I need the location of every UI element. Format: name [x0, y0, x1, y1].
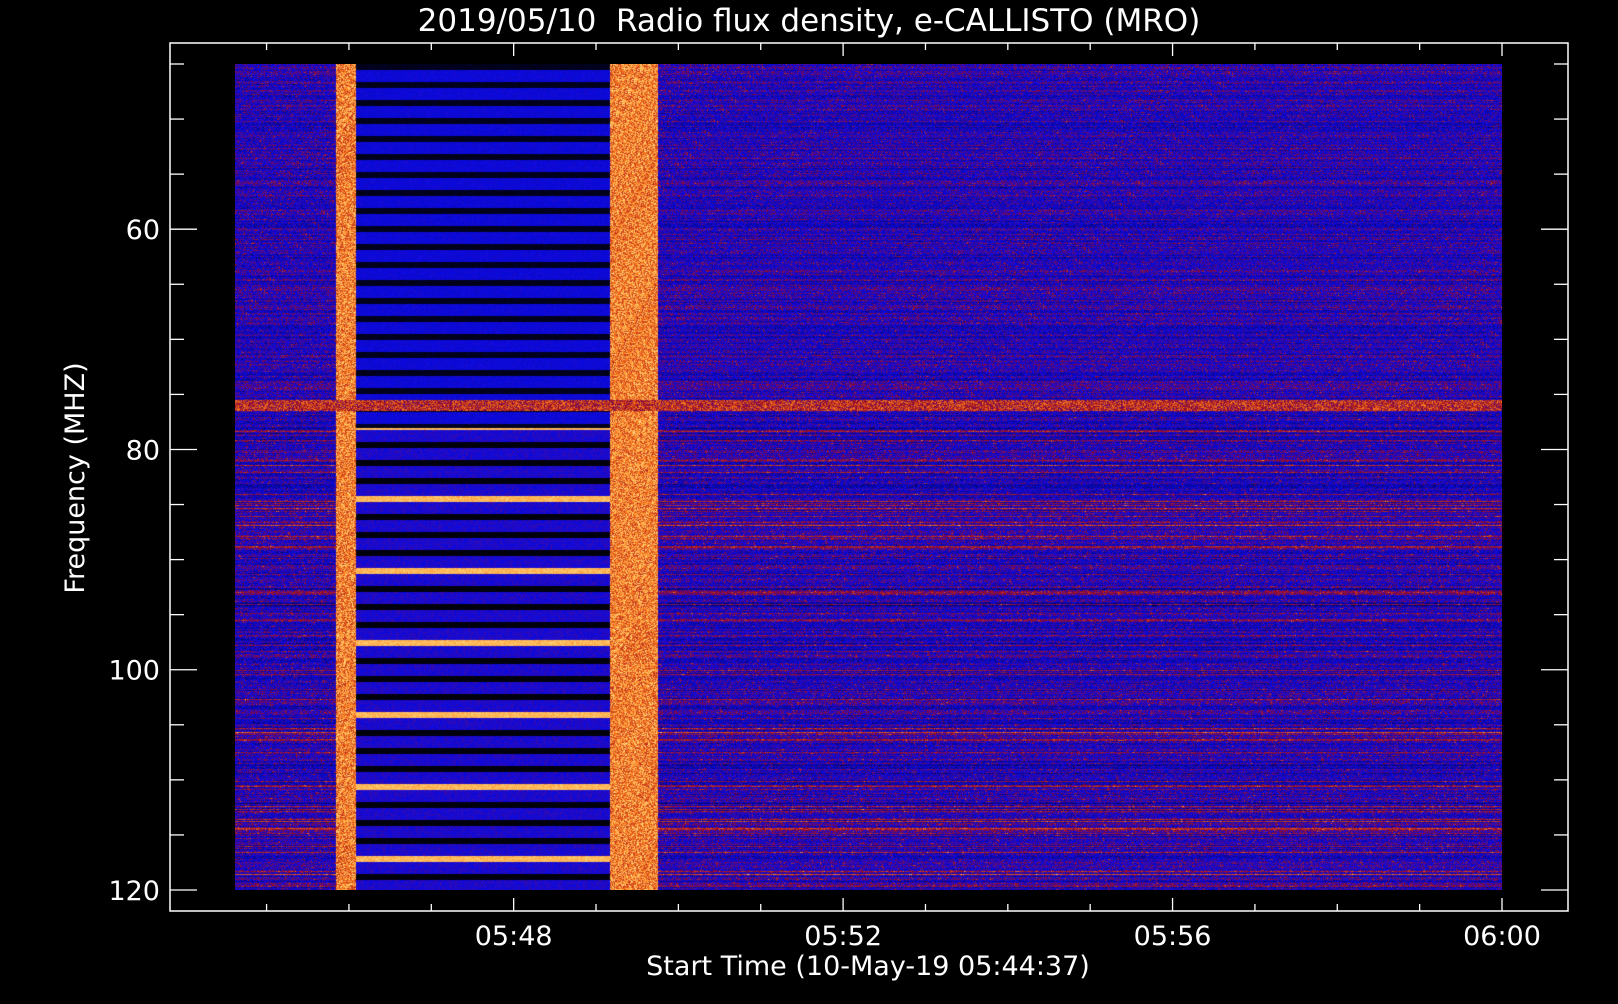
spectrogram-heatmap — [235, 64, 1502, 890]
x-tick-label: 05:48 — [475, 921, 553, 952]
y-tick-label: 120 — [108, 876, 160, 907]
chart-title: 2019/05/10 Radio flux density, e-CALLIST… — [418, 3, 1201, 39]
x-axis-label: Start Time (10-May-19 05:44:37) — [646, 951, 1090, 982]
y-tick-label: 100 — [108, 656, 160, 687]
y-axis-label: Frequency (MHZ) — [60, 362, 91, 593]
x-tick-label: 05:52 — [804, 921, 882, 952]
spectrogram-chart: 2019/05/10 Radio flux density, e-CALLIST… — [0, 0, 1618, 1000]
x-tick-label: 06:00 — [1463, 921, 1541, 952]
x-tick-label: 05:56 — [1134, 921, 1212, 952]
y-tick-label: 60 — [126, 215, 160, 246]
y-tick-label: 80 — [126, 435, 160, 466]
chart-svg: 2019/05/10 Radio flux density, e-CALLIST… — [60, 3, 1569, 982]
